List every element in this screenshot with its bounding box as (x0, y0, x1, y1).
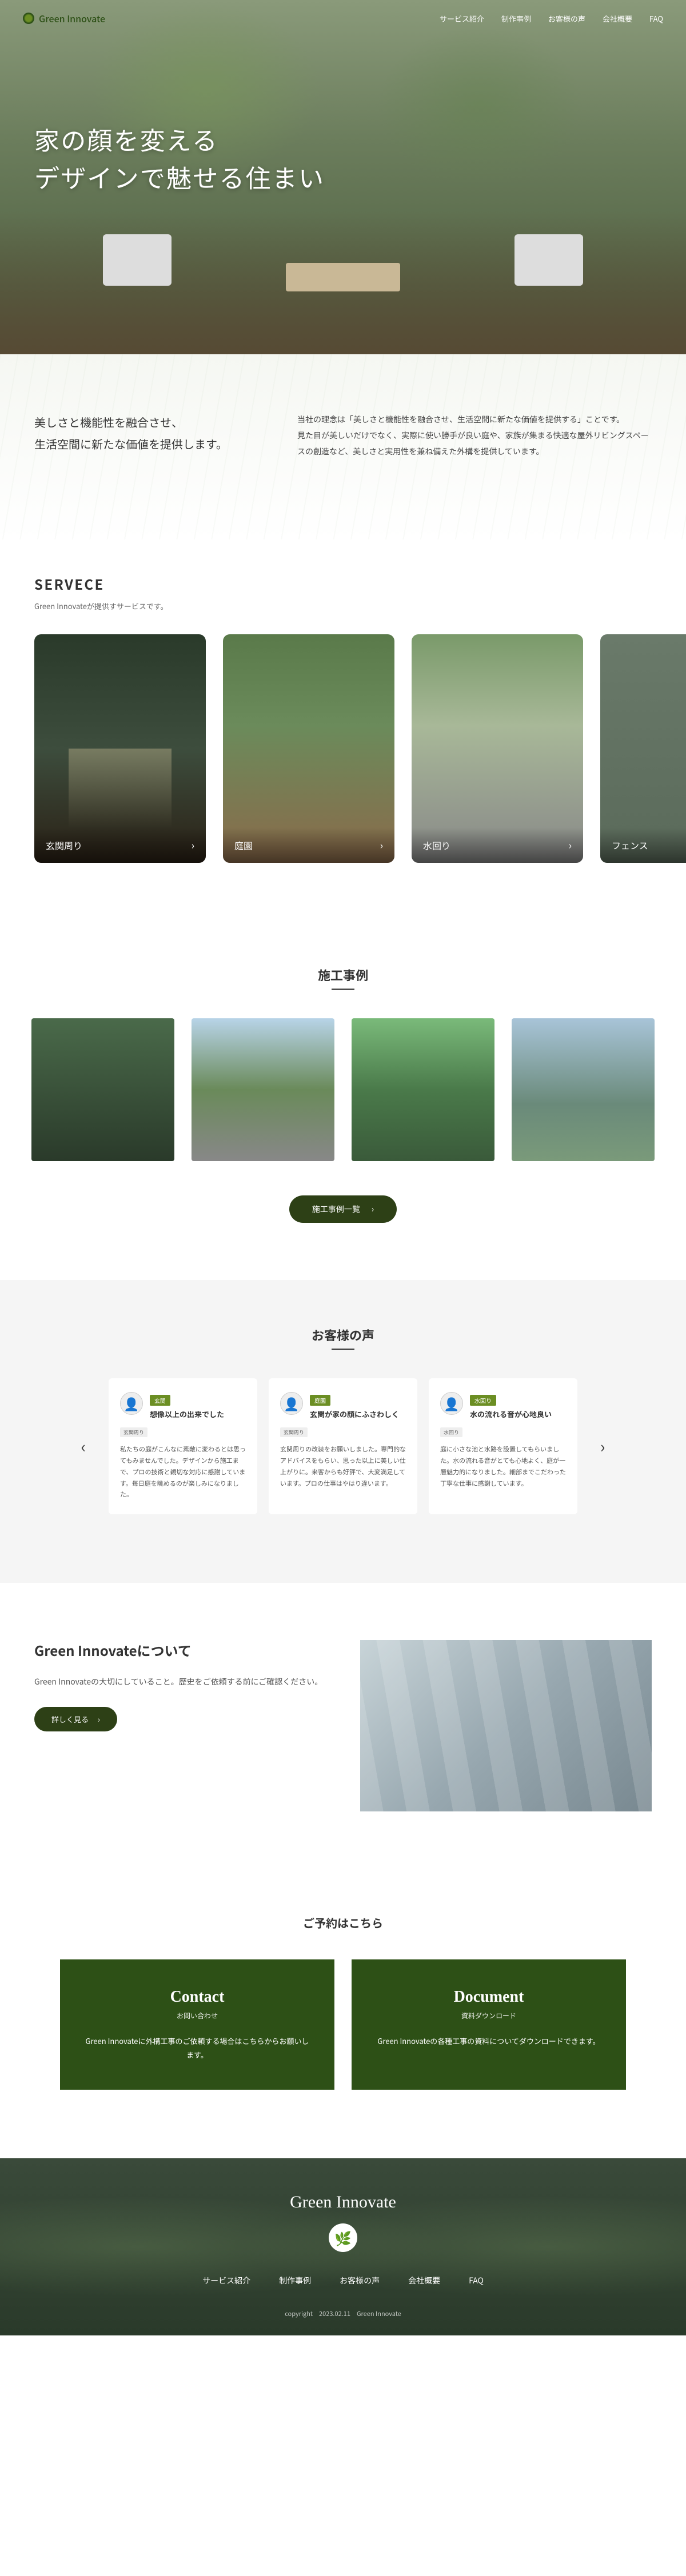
voice-card: 👤 庭園 玄関が家の顔にふさわしく 玄関周り 玄関周りの改装をお願いしました。専… (269, 1378, 417, 1514)
service-section: SERVECE Green Innovateが提供すサービスです。 玄関周り ›… (0, 539, 686, 920)
intro-description: 当社の理念は「美しさと機能性を融合させ、生活空間に新たな価値を提供する」ことです… (297, 411, 652, 459)
document-card[interactable]: Document 資料ダウンロード Green Innovateの各種工事の資料… (352, 1959, 626, 2090)
table-icon (286, 263, 400, 291)
voice-tag: 玄関周り (120, 1427, 147, 1437)
work-item[interactable] (192, 1018, 334, 1161)
nav-link-service[interactable]: サービス紹介 (440, 13, 484, 24)
nav-link-works[interactable]: 制作事例 (501, 13, 531, 24)
voice-body: 玄関周りの改装をお願いしました。専門的なアドバイスをもらい、思った以上に美しい仕… (280, 1444, 406, 1489)
about-image (360, 1640, 652, 1811)
chevron-right-icon: › (98, 1714, 100, 1725)
leaf-icon: 🌿 (329, 2223, 357, 2252)
chevron-right-icon: › (372, 1203, 374, 1215)
hero-line1: 家の顔を変える (34, 121, 218, 157)
leaf-icon (23, 13, 34, 24)
avatar-icon: 👤 (440, 1392, 463, 1415)
work-item[interactable] (31, 1018, 174, 1161)
document-title: Document (374, 1988, 603, 2006)
works-heading: 施工事例 (0, 966, 686, 984)
service-sub: Green Innovateが提供すサービスです。 (34, 601, 652, 611)
service-card-water[interactable]: 水回り › (412, 634, 583, 863)
nav-link-faq[interactable]: FAQ (649, 13, 663, 24)
footer-link-voice[interactable]: お客様の声 (340, 2275, 380, 2286)
voice-card: 👤 玄関 想像以上の出来でした 玄関周り 私たちの庭がこんなに素敵に変わるとは思… (109, 1378, 257, 1514)
contact-title: Contact (83, 1988, 312, 2006)
header-nav: サービス紹介 制作事例 お客様の声 会社概要 FAQ (440, 13, 663, 24)
intro-section: 美しさと機能性を融合させ、 生活空間に新たな価値を提供します。 当社の理念は「美… (0, 354, 686, 539)
intro-tagline: 美しさと機能性を融合させ、 生活空間に新たな価値を提供します。 (34, 411, 240, 459)
reserve-section: ご予約はこちら Contact お問い合わせ Green Innovateに外構… (0, 1869, 686, 2158)
footer-link-company[interactable]: 会社概要 (408, 2275, 440, 2286)
about-body: Green Innovateの大切にしていること。歴史をご依頼する前にご確認くだ… (34, 1674, 326, 1690)
contact-sub: お問い合わせ (83, 2011, 312, 2021)
hero-decor (0, 194, 686, 309)
nav-link-company[interactable]: 会社概要 (603, 13, 632, 24)
footer-link-faq[interactable]: FAQ (469, 2275, 484, 2286)
about-detail-button[interactable]: 詳しく見る › (34, 1707, 117, 1731)
brand-name: Green Innovate (39, 11, 105, 25)
works-section: 施工事例 施工事例一覧 › (0, 920, 686, 1280)
voice-card: 👤 水回り 水の流れる音が心地良い 水回り 庭に小さな池と水路を設置してもらいま… (429, 1378, 577, 1514)
voice-chip: 玄関 (150, 1395, 170, 1406)
hero-line2: デザインで魅せる住まい (34, 158, 325, 195)
service-card-fence[interactable]: フェンス › (600, 634, 686, 863)
voice-section: お客様の声 ‹ 👤 玄関 想像以上の出来でした 玄関周り 私たちの庭がこんなに素… (0, 1280, 686, 1583)
document-body: Green Innovateの各種工事の資料についてダウンロードできます。 (374, 2034, 603, 2047)
chevron-right-icon: › (569, 838, 572, 853)
slider-prev-button[interactable]: ‹ (70, 1423, 97, 1469)
contact-card[interactable]: Contact お問い合わせ Green Innovateに外構工事のご依頼する… (60, 1959, 334, 2090)
hero-headline: 家の顔を変える デザインで魅せる住まい (34, 120, 325, 195)
voice-body: 私たちの庭がこんなに素敵に変わるとは思ってもみませんでした。デザインから施工まで… (120, 1444, 246, 1501)
copyright: copyright 2023.02.11 Green Innovate (23, 2309, 663, 2318)
footer-link-service[interactable]: サービス紹介 (202, 2275, 250, 2286)
work-item[interactable] (352, 1018, 494, 1161)
footer-brand: Green Innovate (23, 2193, 663, 2212)
voice-chip: 庭園 (310, 1395, 330, 1406)
voice-tag: 玄関周り (280, 1427, 308, 1437)
service-heading: SERVECE (34, 574, 652, 594)
service-card-label: 水回り (423, 838, 450, 852)
service-card-label: 庭園 (234, 838, 253, 852)
voice-heading: お客様の声 (0, 1326, 686, 1344)
document-sub: 資料ダウンロード (374, 2011, 603, 2021)
reserve-heading: ご予約はこちら (34, 1914, 652, 1931)
voice-slider: ‹ 👤 玄関 想像以上の出来でした 玄関周り 私たちの庭がこんなに素敵に変わると… (0, 1378, 686, 1514)
site-footer: Green Innovate 🌿 サービス紹介 制作事例 お客様の声 会社概要 … (0, 2158, 686, 2335)
chair-icon (103, 234, 172, 286)
footer-nav: サービス紹介 制作事例 お客様の声 会社概要 FAQ (23, 2275, 663, 2286)
voice-title: 玄関が家の顔にふさわしく (310, 1409, 406, 1419)
nav-link-voice[interactable]: お客様の声 (548, 13, 585, 24)
divider (332, 1349, 354, 1350)
service-card-label: 玄関周り (46, 838, 82, 852)
voice-title: 想像以上の出来でした (150, 1409, 246, 1419)
avatar-icon: 👤 (280, 1392, 303, 1415)
avatar-icon: 👤 (120, 1392, 143, 1415)
chevron-right-icon: › (380, 838, 383, 853)
chevron-right-icon: › (192, 838, 194, 853)
service-card-garden[interactable]: 庭園 › (223, 634, 394, 863)
hero-section: 家の顔を変える デザインで魅せる住まい (0, 0, 686, 354)
work-item[interactable] (512, 1018, 655, 1161)
voice-body: 庭に小さな池と水路を設置してもらいました。水の流れる音がとても心地よく、庭が一層… (440, 1444, 566, 1489)
voice-tag: 水回り (440, 1427, 462, 1437)
footer-link-works[interactable]: 制作事例 (279, 2275, 311, 2286)
about-heading: Green Innovateについて (34, 1640, 326, 1660)
service-card-label: フェンス (612, 838, 648, 852)
works-grid (0, 1018, 686, 1161)
works-list-button[interactable]: 施工事例一覧 › (289, 1195, 397, 1223)
voice-title: 水の流れる音が心地良い (470, 1409, 566, 1419)
slider-next-button[interactable]: › (589, 1423, 616, 1469)
voice-chip: 水回り (470, 1395, 496, 1406)
about-section: Green Innovateについて Green Innovateの大切にしてい… (0, 1583, 686, 1869)
divider (332, 989, 354, 990)
brand-logo[interactable]: Green Innovate (23, 11, 105, 25)
chair-icon (514, 234, 583, 286)
service-card-entrance[interactable]: 玄関周り › (34, 634, 206, 863)
site-header: Green Innovate サービス紹介 制作事例 お客様の声 会社概要 FA… (0, 0, 686, 37)
service-card-list: 玄関周り › 庭園 › 水回り › フェンス › (0, 634, 686, 863)
contact-body: Green Innovateに外構工事のご依頼する場合はこちらからお願いします。 (83, 2034, 312, 2061)
